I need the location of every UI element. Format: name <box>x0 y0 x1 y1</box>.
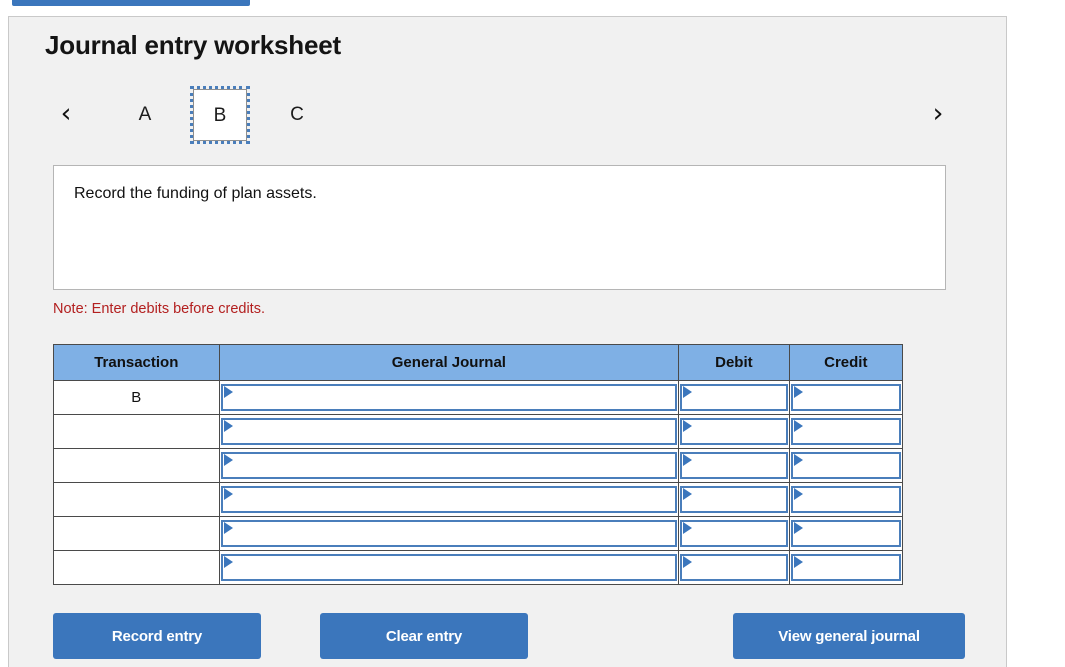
dropdown-caret-icon <box>793 556 803 568</box>
cell-general-journal[interactable] <box>218 414 680 449</box>
dropdown-caret-icon <box>683 454 693 466</box>
dropdown-caret-icon <box>223 386 233 398</box>
dropdown-caret-icon <box>223 522 233 534</box>
table-row <box>53 448 904 483</box>
tab-a[interactable]: A <box>118 89 172 141</box>
cell-general-journal[interactable] <box>218 550 680 585</box>
dropdown-caret-icon <box>683 488 693 500</box>
journal-entry-table: Transaction General Journal Debit Credit… <box>53 344 904 585</box>
dropdown-caret-icon <box>223 454 233 466</box>
cell-transaction <box>53 516 220 551</box>
cell-transaction <box>53 550 220 585</box>
cell-debit[interactable] <box>678 482 790 517</box>
cell-general-journal[interactable] <box>218 380 680 415</box>
cell-debit[interactable] <box>678 380 790 415</box>
dropdown-caret-icon <box>683 420 693 432</box>
table-row <box>53 550 904 585</box>
screenshot-root: Journal entry worksheet ‹ A B C › Record… <box>0 0 1065 667</box>
dropdown-caret-icon <box>793 386 803 398</box>
chevron-right-icon[interactable]: › <box>921 97 955 131</box>
cell-debit[interactable] <box>678 516 790 551</box>
cell-transaction <box>53 414 220 449</box>
column-header-general-journal: General Journal <box>218 344 680 381</box>
cell-debit[interactable] <box>678 414 790 449</box>
dropdown-caret-icon <box>793 522 803 534</box>
cell-credit[interactable] <box>788 448 904 483</box>
tab-b[interactable]: B <box>190 86 250 144</box>
dropdown-caret-icon <box>683 556 693 568</box>
cell-credit[interactable] <box>788 482 904 517</box>
chevron-left-icon[interactable]: ‹ <box>49 97 83 131</box>
view-general-journal-button[interactable]: View general journal <box>733 613 965 659</box>
cell-debit[interactable] <box>678 448 790 483</box>
table-row: B <box>53 380 904 415</box>
cell-general-journal[interactable] <box>218 482 680 517</box>
cell-transaction <box>53 448 220 483</box>
cell-credit[interactable] <box>788 414 904 449</box>
tab-c[interactable]: C <box>270 89 324 141</box>
column-header-credit: Credit <box>788 344 904 381</box>
dropdown-caret-icon <box>793 420 803 432</box>
cell-credit[interactable] <box>788 380 904 415</box>
dropdown-caret-icon <box>223 556 233 568</box>
dropdown-caret-icon <box>793 488 803 500</box>
top-blue-bar-stub[interactable] <box>12 0 250 6</box>
table-row <box>53 414 904 449</box>
cell-credit[interactable] <box>788 550 904 585</box>
dropdown-caret-icon <box>793 454 803 466</box>
table-row <box>53 516 904 551</box>
page-title: Journal entry worksheet <box>45 30 341 60</box>
cell-transaction <box>53 482 220 517</box>
table-header-row: Transaction General Journal Debit Credit <box>53 344 904 381</box>
dropdown-caret-icon <box>223 488 233 500</box>
record-entry-button[interactable]: Record entry <box>53 613 261 659</box>
cell-debit[interactable] <box>678 550 790 585</box>
tabstrip: ‹ A B C › <box>45 83 955 145</box>
cell-general-journal[interactable] <box>218 516 680 551</box>
column-header-debit: Debit <box>678 344 790 381</box>
transaction-description-box: Record the funding of plan assets. <box>53 165 946 290</box>
clear-entry-button[interactable]: Clear entry <box>320 613 528 659</box>
table-row <box>53 482 904 517</box>
transaction-description-text: Record the funding of plan assets. <box>74 185 317 202</box>
dropdown-caret-icon <box>683 386 693 398</box>
dropdown-caret-icon <box>223 420 233 432</box>
dropdown-caret-icon <box>683 522 693 534</box>
cell-general-journal[interactable] <box>218 448 680 483</box>
column-header-transaction: Transaction <box>53 344 220 381</box>
debits-before-credits-note: Note: Enter debits before credits. <box>53 301 265 317</box>
cell-credit[interactable] <box>788 516 904 551</box>
cell-transaction: B <box>53 380 220 415</box>
